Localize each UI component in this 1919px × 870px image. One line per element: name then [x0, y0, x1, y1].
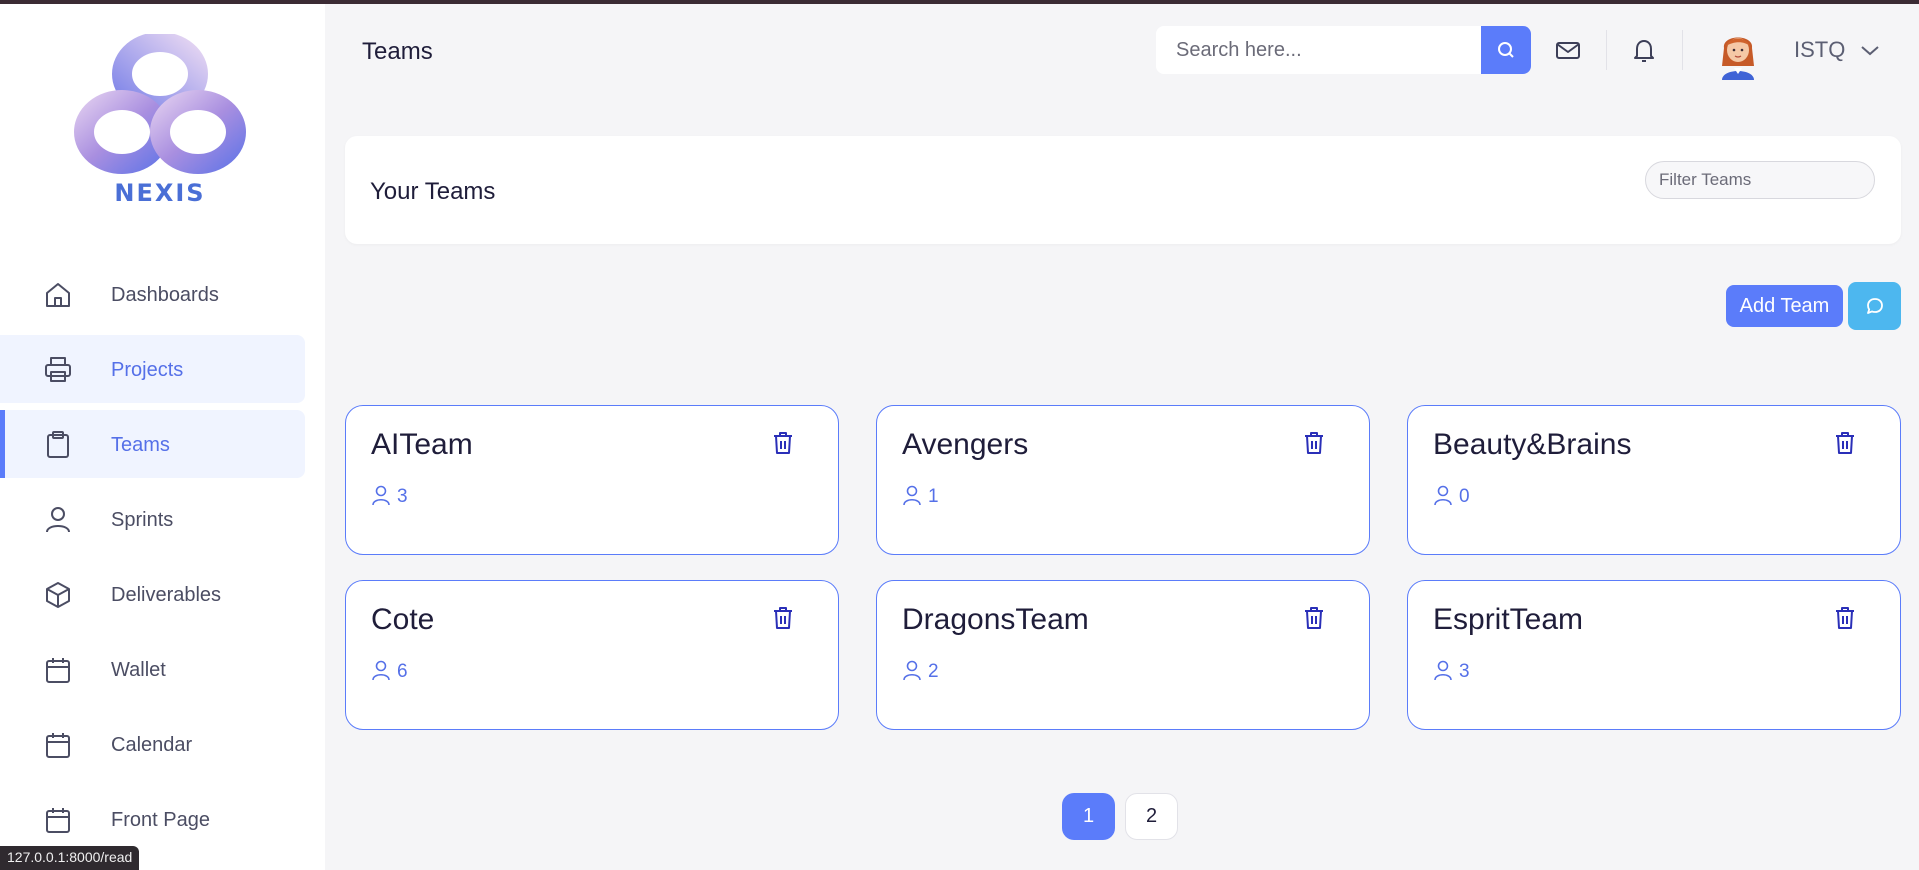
team-name: EspritTeam	[1433, 603, 1584, 636]
trash-icon[interactable]	[771, 605, 795, 631]
your-teams-panel: Your Teams	[345, 136, 1901, 244]
sidebar: NEXIS Dashboards Projects Teams Sprints	[0, 4, 325, 870]
sidebar-item-teams[interactable]: Teams	[0, 410, 305, 478]
member-count-value: 3	[397, 486, 408, 507]
printer-icon	[43, 355, 73, 385]
member-count-value: 2	[928, 661, 939, 682]
sidebar-nav: Dashboards Projects Teams Sprints Delive…	[0, 260, 325, 860]
calendar-icon	[43, 730, 73, 760]
team-card[interactable]: Avengers 1	[876, 405, 1370, 555]
trash-icon[interactable]	[1302, 430, 1326, 456]
home-icon	[43, 280, 73, 310]
user-icon	[372, 660, 390, 681]
avatar[interactable]	[1716, 26, 1760, 80]
member-count: 3	[371, 482, 408, 508]
filter-teams-input[interactable]	[1645, 161, 1875, 199]
sidebar-item-sprints[interactable]: Sprints	[0, 485, 305, 553]
mail-icon[interactable]	[1553, 35, 1583, 65]
team-name: AITeam	[371, 428, 473, 461]
logo-knot-icon	[74, 32, 246, 174]
logo-text: NEXIS	[114, 179, 206, 207]
member-count-value: 1	[928, 486, 939, 507]
member-count: 1	[902, 482, 939, 508]
search-icon	[1498, 42, 1514, 58]
search-box	[1156, 26, 1482, 74]
user-icon	[1434, 485, 1452, 506]
team-name: Avengers	[902, 428, 1029, 461]
sidebar-item-label: Teams	[111, 434, 170, 456]
user-icon	[903, 660, 921, 681]
chat-icon	[1866, 298, 1883, 314]
user-icon	[372, 485, 390, 506]
nexis-logo[interactable]: NEXIS	[60, 32, 260, 209]
header-divider	[1682, 30, 1683, 70]
trash-icon[interactable]	[1302, 605, 1326, 631]
user-icon	[43, 505, 73, 535]
member-count-value: 6	[397, 661, 408, 682]
chevron-down-icon[interactable]	[1857, 38, 1883, 62]
team-card[interactable]: DragonsTeam 2	[876, 580, 1370, 730]
pagination-page-1[interactable]: 1	[1062, 793, 1115, 840]
team-card[interactable]: Beauty&Brains 0	[1407, 405, 1901, 555]
team-card[interactable]: EspritTeam 3	[1407, 580, 1901, 730]
clipboard-icon	[43, 430, 73, 460]
pagination-page-2[interactable]: 2	[1125, 793, 1178, 840]
status-bar-url: 127.0.0.1:8000/read	[0, 846, 140, 870]
team-name: Beauty&Brains	[1433, 428, 1632, 461]
member-count: 3	[1433, 657, 1470, 683]
sidebar-item-label: Wallet	[111, 659, 166, 681]
sidebar-item-front-page[interactable]: Front Page	[0, 785, 305, 853]
header-divider	[1606, 30, 1607, 70]
sidebar-item-label: Projects	[111, 359, 184, 381]
bell-icon[interactable]	[1629, 35, 1659, 65]
sidebar-item-wallet[interactable]: Wallet	[0, 635, 305, 703]
team-card[interactable]: AITeam 3	[345, 405, 839, 555]
sidebar-item-calendar[interactable]: Calendar	[0, 710, 305, 778]
sidebar-item-dashboards[interactable]: Dashboards	[0, 260, 305, 328]
calendar-icon	[43, 655, 73, 685]
sidebar-item-label: Calendar	[111, 734, 193, 756]
search-input[interactable]	[1156, 26, 1482, 74]
member-count: 6	[371, 657, 408, 683]
member-count-value: 0	[1459, 486, 1470, 507]
chat-button[interactable]	[1848, 282, 1901, 330]
sidebar-item-label: Dashboards	[111, 284, 219, 306]
member-count: 0	[1433, 482, 1470, 508]
sidebar-item-projects[interactable]: Projects	[0, 335, 305, 403]
page-title: Teams	[362, 38, 433, 65]
user-name[interactable]: ISTQ	[1794, 37, 1845, 63]
trash-icon[interactable]	[1833, 605, 1857, 631]
calendar-icon	[43, 805, 73, 835]
sidebar-item-label: Sprints	[111, 509, 174, 531]
panel-title: Your Teams	[370, 178, 496, 205]
sidebar-item-label: Front Page	[111, 809, 210, 831]
trash-icon[interactable]	[1833, 430, 1857, 456]
trash-icon[interactable]	[771, 430, 795, 456]
sidebar-item-deliverables[interactable]: Deliverables	[0, 560, 305, 628]
member-count-value: 3	[1459, 661, 1470, 682]
box-icon	[43, 580, 73, 610]
team-name: Cote	[371, 603, 435, 636]
window-top-border	[0, 0, 1919, 4]
team-card[interactable]: Cote 6	[345, 580, 839, 730]
user-icon	[903, 485, 921, 506]
sidebar-item-label: Deliverables	[111, 584, 222, 606]
member-count: 2	[902, 657, 939, 683]
user-icon	[1434, 660, 1452, 681]
add-team-button[interactable]: Add Team	[1726, 285, 1843, 327]
team-name: DragonsTeam	[902, 603, 1089, 636]
search-button[interactable]	[1481, 26, 1531, 74]
